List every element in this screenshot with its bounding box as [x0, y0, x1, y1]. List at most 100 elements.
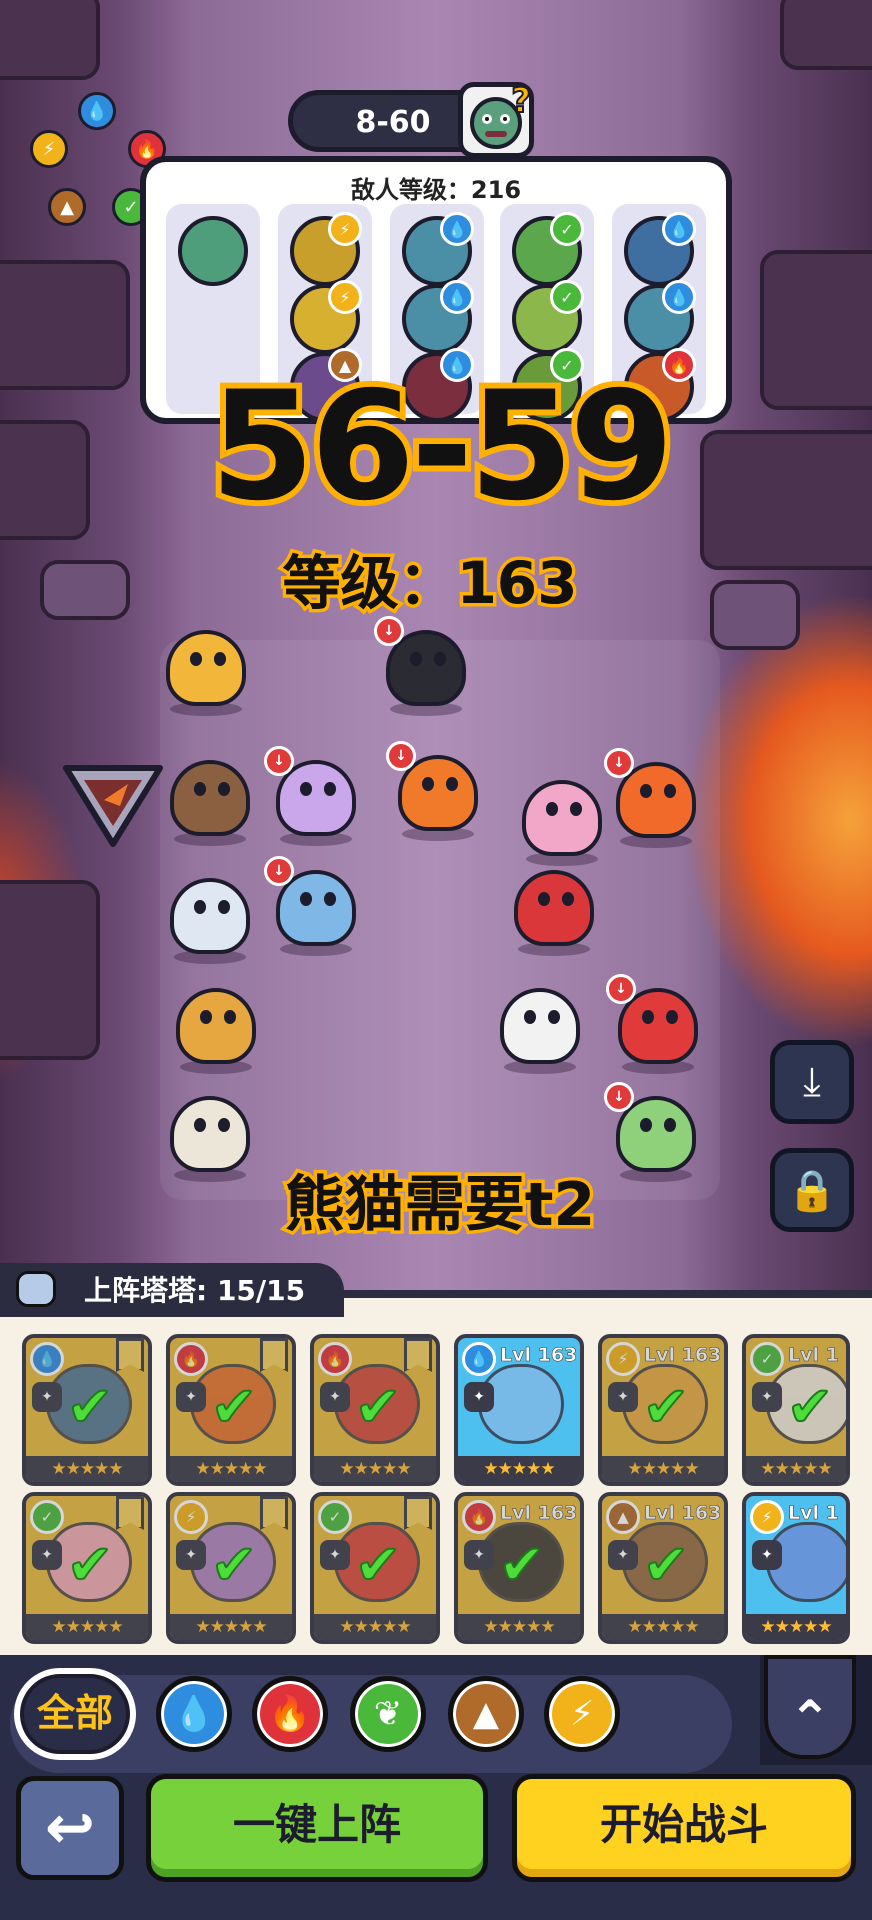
- panda-unit[interactable]: [494, 978, 586, 1074]
- eye: [224, 1010, 236, 1024]
- unit-body: [176, 988, 256, 1064]
- flower-cat-unit[interactable]: ↓: [604, 1082, 702, 1182]
- check-icon: ✔: [354, 1533, 403, 1598]
- roster-card[interactable]: 🔥 ✦ ★★★★★ ✔: [310, 1334, 440, 1486]
- eye: [218, 782, 230, 796]
- filter-water-button[interactable]: 💧: [156, 1676, 232, 1752]
- mushroom-toad-unit[interactable]: ↓: [604, 748, 702, 848]
- roster-card[interactable]: ⚡ ✦ ★★★★★ ✔: [166, 1492, 296, 1644]
- pink-sprite-unit[interactable]: [516, 770, 608, 866]
- rock: [0, 260, 130, 390]
- eye: [640, 1118, 652, 1132]
- unit-body: [522, 780, 602, 856]
- roster-card[interactable]: ✓ ✦ ★★★★★ ✔: [22, 1492, 152, 1644]
- back-button[interactable]: ↩: [16, 1776, 124, 1880]
- roster-card[interactable]: 💧 ✦ ★★★★★ ✔: [22, 1334, 152, 1486]
- lightning-icon: ⚡: [30, 130, 68, 168]
- eye: [218, 900, 230, 914]
- shield-marker-icon: [63, 765, 163, 847]
- filter-fire-button[interactable]: 🔥: [252, 1676, 328, 1752]
- fire-cat-unit[interactable]: ↓: [374, 616, 472, 716]
- unit-body: [166, 630, 246, 706]
- collapse-button[interactable]: ⌃: [760, 1655, 872, 1765]
- eye: [546, 802, 558, 816]
- check-icon: ✔: [210, 1375, 259, 1440]
- role-icon: ✦: [752, 1540, 782, 1570]
- star-rating: ★★★★★: [746, 1614, 846, 1640]
- rose-plant-unit[interactable]: [508, 860, 600, 956]
- roster-header: 上阵塔塔: 15/15: [0, 1263, 344, 1317]
- filter-nature-button[interactable]: ❦: [350, 1676, 426, 1752]
- rock: [0, 880, 100, 1060]
- eye: [434, 652, 446, 666]
- card-level: Lvl 163: [500, 1344, 578, 1367]
- roster-card[interactable]: ✓ ✦ ★★★★★ ✔: [310, 1492, 440, 1644]
- eye: [664, 784, 676, 798]
- water-element-icon: 💧: [462, 1342, 496, 1376]
- fire-bird-unit[interactable]: ↓: [386, 741, 484, 841]
- cloud-bird-unit[interactable]: [164, 868, 256, 964]
- rock: [780, 0, 872, 70]
- roster-card[interactable]: ⚡ ✦ ★★★★★ Lvl 1: [742, 1492, 850, 1644]
- rock: [40, 560, 130, 620]
- roster-card[interactable]: ▲ ✦ ★★★★★ Lvl 163 ✔: [598, 1492, 728, 1644]
- purple-unicorn-unit[interactable]: ↓: [264, 746, 362, 846]
- sprout-bird-unit[interactable]: [164, 1086, 256, 1182]
- level-text: 等级：163: [282, 549, 578, 617]
- return-arrow-icon: ↩: [44, 1793, 96, 1863]
- boss-preview-icon[interactable]: ?: [458, 80, 534, 158]
- filter-earth-button[interactable]: ▲: [448, 1676, 524, 1752]
- card-level: Lvl 1: [788, 1502, 839, 1525]
- cat-avatar-icon: [16, 1271, 56, 1307]
- enemy-avatar: [178, 216, 248, 286]
- role-icon: ✦: [464, 1382, 494, 1412]
- enemy-avatar: 💧: [402, 212, 474, 286]
- start-battle-button[interactable]: 开始战斗: [512, 1774, 856, 1882]
- lion-unit[interactable]: [160, 620, 252, 716]
- filter-all-button[interactable]: 全部: [14, 1668, 136, 1760]
- unit-body: [514, 870, 594, 946]
- enemy-level: 敌人等级：216: [350, 176, 522, 204]
- red-lizard-unit[interactable]: ↓: [606, 974, 704, 1074]
- eye: [538, 892, 550, 906]
- unit-body: [170, 1096, 250, 1172]
- filter-electric-button[interactable]: ⚡: [544, 1676, 620, 1752]
- leaf-icon: ❦: [373, 1694, 403, 1734]
- roster-card[interactable]: 🔥 ✦ ★★★★★ ✔: [166, 1334, 296, 1486]
- check-icon: ✔: [66, 1375, 115, 1440]
- roster-count-label: 上阵塔塔: 15/15: [84, 1274, 306, 1307]
- stage-label: 8-60: [355, 105, 431, 140]
- corgi-unit[interactable]: [170, 978, 262, 1074]
- roster-card[interactable]: ✓ ✦ ★★★★★ Lvl 1 ✔: [742, 1334, 850, 1486]
- eye: [324, 782, 336, 796]
- check-icon: ✔: [642, 1533, 691, 1598]
- eye: [218, 1118, 230, 1132]
- enemy-avatar: 💧: [624, 280, 696, 354]
- eye: [214, 652, 226, 666]
- boost-badge-icon: ↓: [264, 856, 294, 886]
- enemy-avatar: 💧: [402, 280, 474, 354]
- boost-badge-icon: ↓: [604, 748, 634, 778]
- nature-element-icon: ✓: [550, 280, 584, 314]
- monkey-unit[interactable]: [164, 750, 256, 846]
- auto-deploy-button[interactable]: 一键上阵: [146, 1774, 488, 1882]
- eye: [190, 652, 202, 666]
- nature-element-icon: ✓: [550, 212, 584, 246]
- water-serpent-unit[interactable]: ↓: [264, 856, 362, 956]
- eye: [324, 892, 336, 906]
- water-element-icon: 💧: [440, 280, 474, 314]
- download-button[interactable]: ⤓: [770, 1040, 854, 1124]
- eye: [410, 652, 422, 666]
- roster-card[interactable]: 💧 ✦ ★★★★★ Lvl 163: [454, 1334, 584, 1486]
- flame-icon: 🔥: [268, 1694, 312, 1734]
- boost-badge-icon: ↓: [386, 741, 416, 771]
- rock: [0, 420, 90, 540]
- roster-card[interactable]: 🔥 ✦ ★★★★★ Lvl 163 ✔: [454, 1492, 584, 1644]
- check-icon: ✔: [786, 1375, 835, 1440]
- eye: [548, 1010, 560, 1024]
- eye: [200, 1010, 212, 1024]
- lock-button[interactable]: 🔒: [770, 1148, 854, 1232]
- eye: [664, 1118, 676, 1132]
- roster-card[interactable]: ⚡ ✦ ★★★★★ Lvl 163 ✔: [598, 1334, 728, 1486]
- eye: [446, 777, 458, 791]
